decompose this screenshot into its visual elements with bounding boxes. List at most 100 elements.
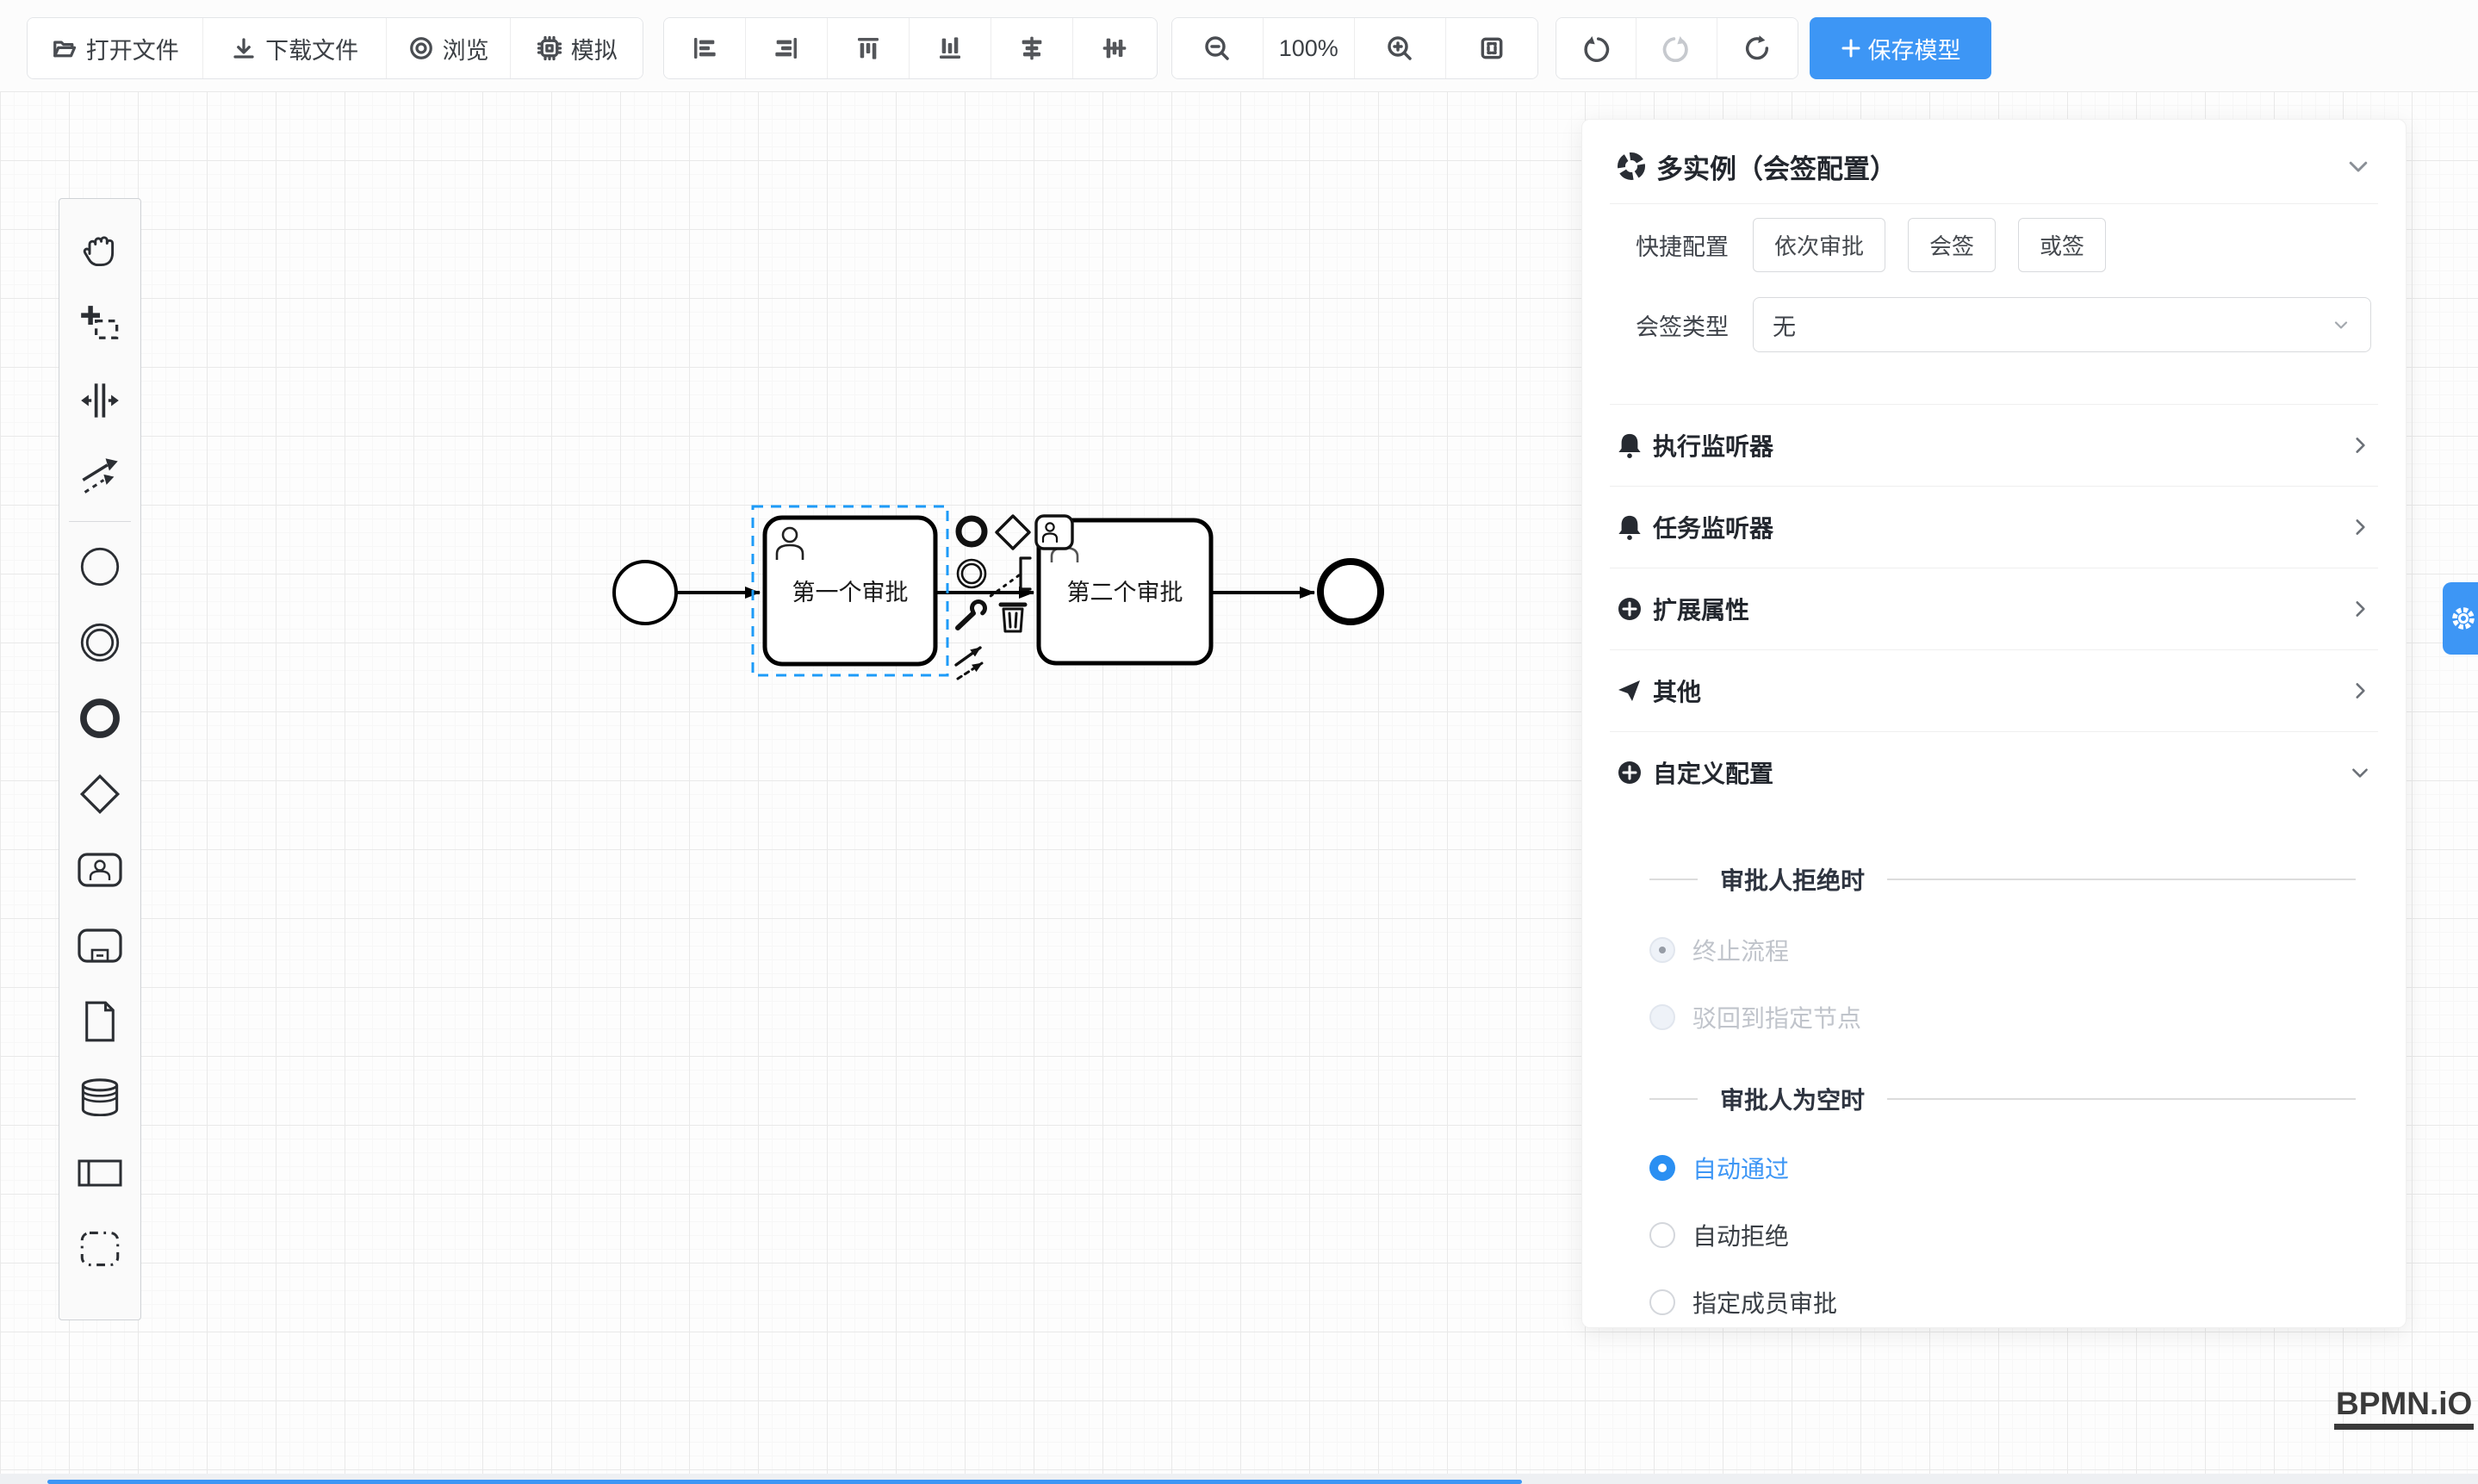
file-toolbar-group: 打开文件 下载文件 浏览 模 (27, 17, 643, 79)
align-left-button[interactable] (664, 18, 746, 78)
quick-option-countersign[interactable]: 会签 (1908, 218, 1996, 272)
quick-option-sequential[interactable]: 依次审批 (1753, 218, 1885, 272)
panel-header[interactable]: 多实例（会签配置） (1617, 140, 2371, 192)
fit-viewport-button[interactable] (1446, 18, 1538, 78)
start-event[interactable] (614, 562, 676, 624)
radio-button[interactable] (1649, 937, 1675, 963)
create-group[interactable] (69, 1211, 131, 1287)
create-participant[interactable] (69, 1135, 131, 1211)
create-user-task[interactable] (69, 832, 131, 908)
chevron-down-icon[interactable] (2345, 153, 2371, 179)
user-task-icon (78, 851, 122, 889)
bpmn-io-logo[interactable]: BPMN.iO (2334, 1387, 2474, 1430)
zoom-level-display[interactable]: 100% (1264, 18, 1356, 78)
folder-open-icon (52, 35, 78, 61)
quick-option-orsign[interactable]: 或签 (2018, 218, 2106, 272)
create-subprocess[interactable] (69, 908, 131, 984)
participant-pool-icon (78, 1158, 122, 1189)
save-model-button[interactable]: 保存模型 (1810, 17, 1991, 79)
download-file-label: 下载文件 (265, 32, 358, 65)
align-top-button[interactable] (828, 18, 910, 78)
align-right-icon (773, 34, 800, 62)
reject-group-title: 审批人拒绝时 (1649, 862, 2356, 897)
radio-button[interactable] (1649, 1004, 1675, 1030)
end-event[interactable] (1320, 562, 1381, 622)
section-task-listener[interactable]: 任务监听器 (1617, 486, 2371, 568)
bpmn-modeler-app: 第一个审批 第二个审批 (0, 0, 2478, 1484)
connect-tool[interactable] (69, 438, 131, 514)
create-gateway[interactable] (69, 756, 131, 832)
quick-config-label: 快捷配置 (1617, 228, 1729, 262)
hand-tool[interactable] (69, 211, 131, 287)
radio-button[interactable] (1649, 1289, 1675, 1315)
radio-button[interactable] (1649, 1222, 1675, 1248)
align-center-button[interactable] (991, 18, 1073, 78)
horizontal-scrollbar-thumb[interactable] (47, 1480, 1522, 1484)
wrench-icon[interactable] (958, 599, 987, 628)
section-label: 其他 (1653, 674, 1701, 708)
open-file-button[interactable]: 打开文件 (28, 18, 203, 78)
trash-icon[interactable] (1001, 605, 1025, 631)
append-gateway-icon[interactable] (997, 516, 1029, 549)
view-icon (408, 35, 434, 61)
multi-instance-icon (1617, 152, 1646, 181)
plus-circle-icon (1617, 596, 1643, 622)
bell-icon (1617, 432, 1643, 459)
create-data-store[interactable] (69, 1059, 131, 1135)
radio-return-to-node[interactable]: 驳回到指定节点 (1649, 1000, 1861, 1034)
radio-terminate-process[interactable]: 终止流程 (1649, 933, 1789, 967)
sign-type-select[interactable]: 无 (1753, 297, 2371, 352)
download-file-button[interactable]: 下载文件 (203, 18, 386, 78)
zoom-in-button[interactable] (1355, 18, 1446, 78)
refresh-button[interactable] (1717, 18, 1798, 78)
element-palette (59, 198, 141, 1320)
align-right-button[interactable] (746, 18, 828, 78)
task1-label: 第一个审批 (792, 580, 909, 605)
radio-auto-pass[interactable]: 自动通过 (1649, 1151, 1789, 1185)
undo-button[interactable] (1556, 18, 1636, 78)
connect-icon[interactable] (956, 648, 982, 679)
gear-icon (2450, 605, 2477, 632)
section-label: 扩展属性 (1653, 592, 1749, 626)
section-label: 自定义配置 (1653, 755, 1773, 790)
history-toolbar-group (1556, 17, 1798, 79)
sign-type-label: 会签类型 (1617, 308, 1729, 342)
radio-assign-member[interactable]: 指定成员审批 (1649, 1285, 1837, 1319)
create-end-event[interactable] (69, 680, 131, 756)
preview-label: 浏览 (443, 32, 489, 65)
panel-title: 多实例（会签配置） (1656, 147, 1897, 186)
create-intermediate-event[interactable] (69, 605, 131, 680)
simulate-label: 模拟 (571, 32, 618, 65)
section-execution-listener[interactable]: 执行监听器 (1617, 404, 2371, 486)
create-data-object[interactable] (69, 984, 131, 1059)
zoom-out-button[interactable] (1172, 18, 1264, 78)
chevron-right-icon (2349, 598, 2371, 620)
section-extended-attributes[interactable]: 扩展属性 (1617, 568, 2371, 649)
redo-button[interactable] (1636, 18, 1717, 78)
space-tool[interactable] (69, 363, 131, 438)
align-middle-button[interactable] (1073, 18, 1155, 78)
append-user-task-icon[interactable] (1036, 516, 1072, 549)
append-end-event-icon[interactable] (959, 518, 984, 544)
section-custom-config[interactable]: 自定义配置 (1617, 731, 2371, 813)
group-title-text: 审批人为空时 (1720, 1082, 1865, 1116)
section-other[interactable]: 其他 (1617, 649, 2371, 731)
settings-tab[interactable] (2443, 582, 2478, 655)
append-intermediate-event-icon[interactable] (958, 560, 985, 587)
zoom-toolbar-group: 100% (1171, 17, 1538, 79)
create-start-event[interactable] (69, 529, 131, 605)
radio-button[interactable] (1649, 1155, 1675, 1181)
chevron-down-icon (2349, 761, 2371, 784)
align-top-icon (854, 34, 882, 62)
chevron-right-icon (2349, 680, 2371, 702)
simulate-button[interactable]: 模拟 (511, 18, 643, 78)
task-first-approval[interactable]: 第一个审批 (765, 518, 935, 664)
align-bottom-button[interactable] (910, 18, 991, 78)
chevron-down-icon (2331, 314, 2351, 335)
refresh-icon (1743, 34, 1771, 62)
align-middle-vertical-icon (1101, 34, 1128, 62)
start-event-icon (79, 546, 121, 587)
preview-button[interactable]: 浏览 (387, 18, 512, 78)
lasso-tool[interactable] (69, 287, 131, 363)
radio-auto-reject[interactable]: 自动拒绝 (1649, 1218, 1789, 1252)
